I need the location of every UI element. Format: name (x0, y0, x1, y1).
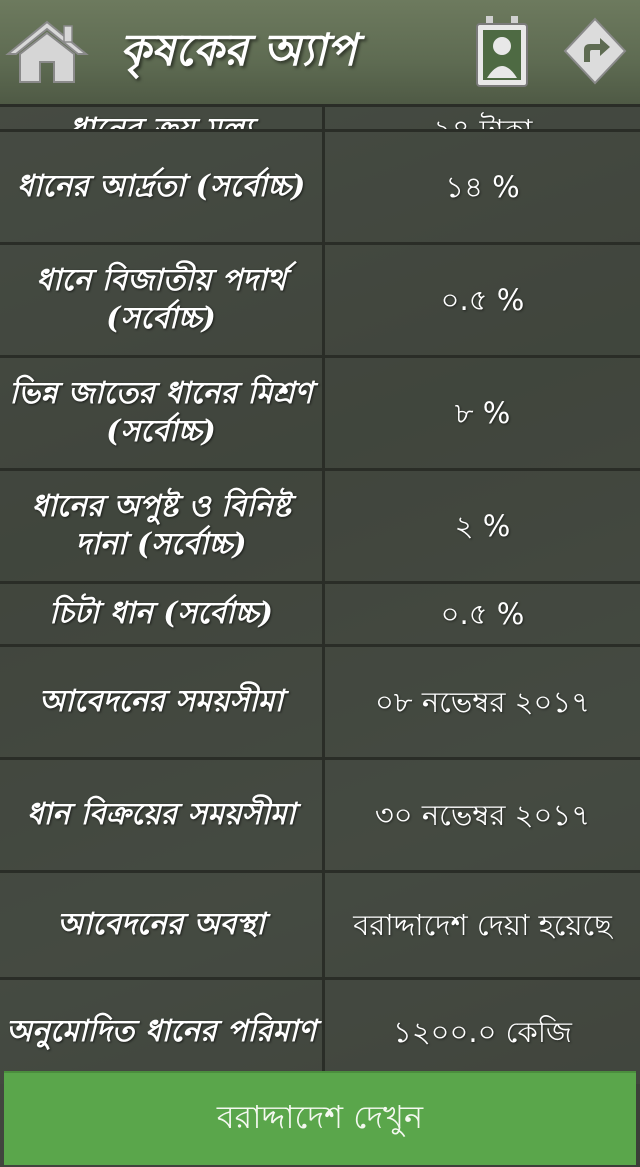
row-value: ২৪ টাকা (433, 115, 533, 129)
table-row: ধানের ক্রয় মূল্য ২৪ টাকা (0, 104, 640, 129)
table-row: আবেদনের অবস্থা বরাদ্দাদেশ দেয়া হয়েছে (0, 870, 640, 977)
row-label: ভিন্ন জাতের ধানের মিশ্রণ (সর্বোচ্চ) (0, 358, 322, 468)
profile-button[interactable] (474, 14, 530, 90)
row-label: ধানে বিজাতীয় পদার্থ (সর্বোচ্চ) (0, 245, 322, 355)
table-row: আবেদনের সময়সীমা ০৮ নভেম্বর ২০১৭ (0, 644, 640, 757)
row-label: অনুমোদিত ধানের পরিমাণ (0, 980, 322, 1084)
home-button[interactable] (4, 18, 90, 86)
row-value: ০৮ নভেম্বর ২০১৭ (322, 647, 640, 757)
table-row: ধান বিক্রয়ের সময়সীমা ৩০ নভেম্বর ২০১৭ (0, 757, 640, 870)
row-label: ধানের ক্রয় মূল্য (69, 115, 252, 130)
share-button[interactable] (562, 16, 628, 86)
app-header: কৃষকের অ্যাপ (0, 0, 640, 104)
row-label: ধানের অপুষ্ট ও বিনিষ্ট দানা (সর্বোচ্চ) (0, 471, 322, 581)
row-value: ১২০০.০ কেজি (322, 980, 640, 1084)
table-row: ধানের অপুষ্ট ও বিনিষ্ট দানা (সর্বোচ্চ) ২… (0, 468, 640, 581)
table-row: ধানে বিজাতীয় পদার্থ (সর্বোচ্চ) ০.৫ % (0, 242, 640, 355)
row-value: ২ % (322, 471, 640, 581)
table-row: ভিন্ন জাতের ধানের মিশ্রণ (সর্বোচ্চ) ৮ % (0, 355, 640, 468)
table-row: ধানের আর্দ্রতা (সর্বোচ্চ) ১৪ % (0, 129, 640, 242)
row-value: ০.৫ % (322, 245, 640, 355)
row-value: ১৪ % (322, 132, 640, 242)
table-row: চিটা ধান (সর্বোচ্চ) ০.৫ % (0, 581, 640, 644)
app-title: কৃষকের অ্যাপ (120, 25, 357, 76)
row-label: ধানের আর্দ্রতা (সর্বোচ্চ) (0, 132, 322, 242)
row-value: ০.৫ % (322, 584, 640, 644)
view-allocation-button[interactable]: বরাদ্দাদেশ দেখুন (4, 1071, 636, 1165)
row-label: আবেদনের অবস্থা (0, 873, 322, 977)
share-arrow-icon (563, 17, 627, 85)
profile-card-icon (476, 16, 528, 87)
row-label: ধান বিক্রয়ের সময়সীমা (0, 760, 322, 870)
row-label: আবেদনের সময়সীমা (0, 647, 322, 757)
info-table: ধানের ক্রয় মূল্য ২৪ টাকা ধানের আর্দ্রতা… (0, 104, 640, 1084)
table-row: অনুমোদিত ধানের পরিমাণ ১২০০.০ কেজি (0, 977, 640, 1084)
row-value: ৩০ নভেম্বর ২০১৭ (322, 760, 640, 870)
home-icon (5, 20, 89, 83)
row-value: ৮ % (322, 358, 640, 468)
row-value: বরাদ্দাদেশ দেয়া হয়েছে (322, 873, 640, 977)
row-label: চিটা ধান (সর্বোচ্চ) (0, 584, 322, 644)
